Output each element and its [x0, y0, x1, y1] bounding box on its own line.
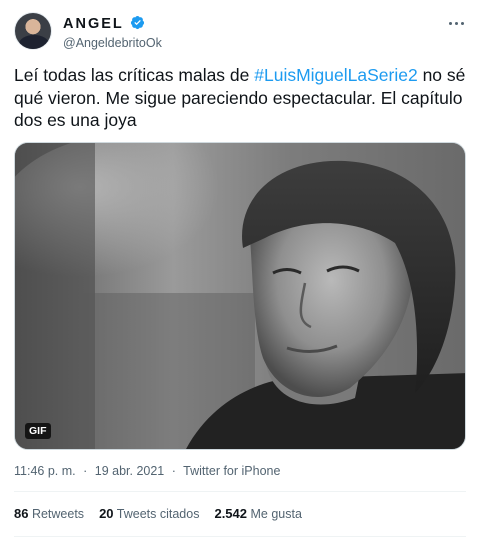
retweets-stat[interactable]: 86 Retweets: [14, 505, 84, 523]
tweet-stats: 86 Retweets 20 Tweets citados 2.542 Me g…: [14, 505, 317, 523]
more-options-icon[interactable]: [445, 14, 467, 32]
verified-badge-icon: [131, 15, 145, 30]
retweets-count: 86: [14, 506, 29, 521]
quotes-label: Tweets citados: [116, 507, 200, 521]
quotes-stat[interactable]: 20 Tweets citados: [99, 505, 199, 523]
tweet-text-before: Leí todas las críticas malas de: [14, 65, 255, 85]
divider: [14, 491, 466, 492]
author-avatar[interactable]: [14, 12, 52, 50]
retweets-label: Retweets: [31, 507, 85, 521]
tweet-source[interactable]: Twitter for iPhone: [183, 464, 280, 478]
tweet-header: ANGEL @AngeldebritoOk: [14, 12, 469, 54]
likes-label: Me gusta: [250, 507, 302, 521]
author-names: ANGEL @AngeldebritoOk: [63, 15, 162, 51]
tweet-date[interactable]: 19 abr. 2021: [95, 464, 165, 478]
more-dot: [460, 21, 464, 25]
gif-badge: GIF: [25, 423, 51, 439]
author-display-name[interactable]: ANGEL: [63, 16, 124, 33]
more-dot: [448, 21, 452, 25]
gif-media[interactable]: GIF: [14, 142, 466, 450]
tweet-time[interactable]: 11:46 p. m.: [14, 464, 76, 478]
author-handle[interactable]: @AngeldebritoOk: [63, 35, 162, 51]
tweet-meta: 11:46 p. m. · 19 abr. 2021 · Twitter for…: [14, 463, 280, 479]
gif-image: [15, 143, 465, 449]
hashtag-link[interactable]: #LuisMiguelLaSerie2: [254, 65, 417, 85]
more-dot: [454, 21, 458, 25]
tweet-card: ANGEL @AngeldebritoOk Leí todas las crít…: [0, 0, 483, 541]
quotes-count: 20: [99, 506, 114, 521]
divider: [14, 536, 466, 537]
meta-separator: ·: [171, 464, 176, 478]
likes-count: 2.542: [214, 506, 248, 521]
tweet-text: Leí todas las críticas malas de #LuisMig…: [14, 64, 466, 132]
likes-stat[interactable]: 2.542 Me gusta: [214, 505, 301, 523]
meta-separator: ·: [83, 464, 88, 478]
